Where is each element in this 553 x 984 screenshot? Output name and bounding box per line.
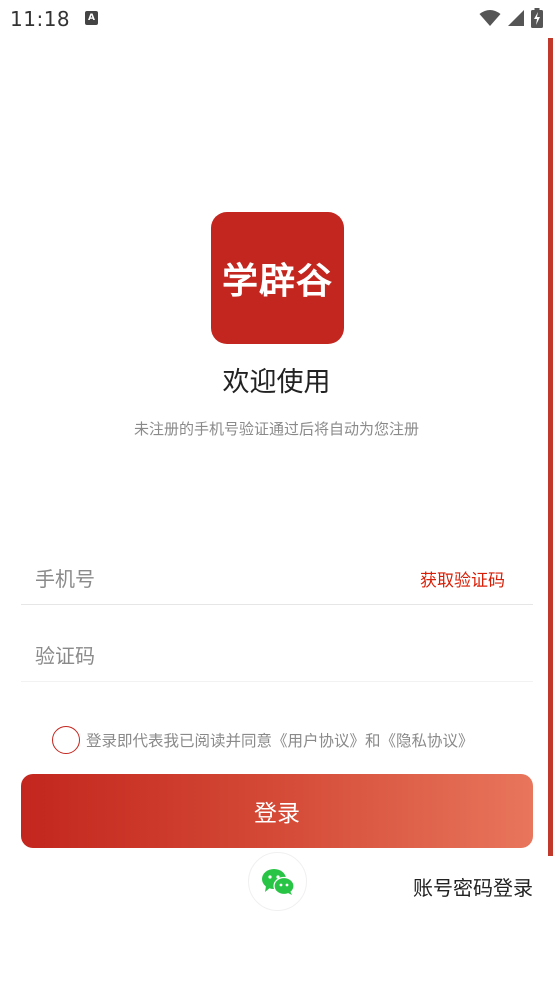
signal-icon: [508, 10, 524, 26]
phone-field-row: 获取验证码: [21, 553, 533, 605]
agreement-checkbox[interactable]: [52, 726, 80, 754]
wechat-icon: [261, 868, 295, 895]
logo-text: 学辟谷: [221, 260, 333, 302]
status-bar: 11:18 A: [0, 0, 553, 38]
a-notification-icon: A: [85, 11, 98, 25]
battery-charging-icon: [531, 8, 543, 28]
scroll-edge: [548, 38, 553, 856]
status-icons: [479, 8, 543, 28]
register-hint: 未注册的手机号验证通过后将自动为您注册: [133, 420, 419, 438]
wechat-login-button[interactable]: [248, 852, 307, 911]
welcome-title: 欢迎使用: [222, 367, 331, 398]
login-button-label: 登录: [254, 801, 300, 827]
phone-input[interactable]: [35, 561, 395, 597]
code-field-row: [21, 630, 533, 682]
app-logo: 学辟谷: [211, 212, 344, 344]
password-login-link[interactable]: 账号密码登录: [413, 872, 533, 901]
agreement-text[interactable]: 登录即代表我已阅读并同意《用户协议》和《隐私协议》: [86, 729, 474, 751]
wifi-icon: [479, 10, 501, 26]
status-time: 11:18: [10, 7, 71, 31]
code-input[interactable]: [35, 638, 395, 674]
login-button[interactable]: 登录: [21, 774, 533, 848]
get-code-button[interactable]: 获取验证码: [420, 566, 505, 591]
agreement-row: 登录即代表我已阅读并同意《用户协议》和《隐私协议》: [52, 726, 474, 754]
